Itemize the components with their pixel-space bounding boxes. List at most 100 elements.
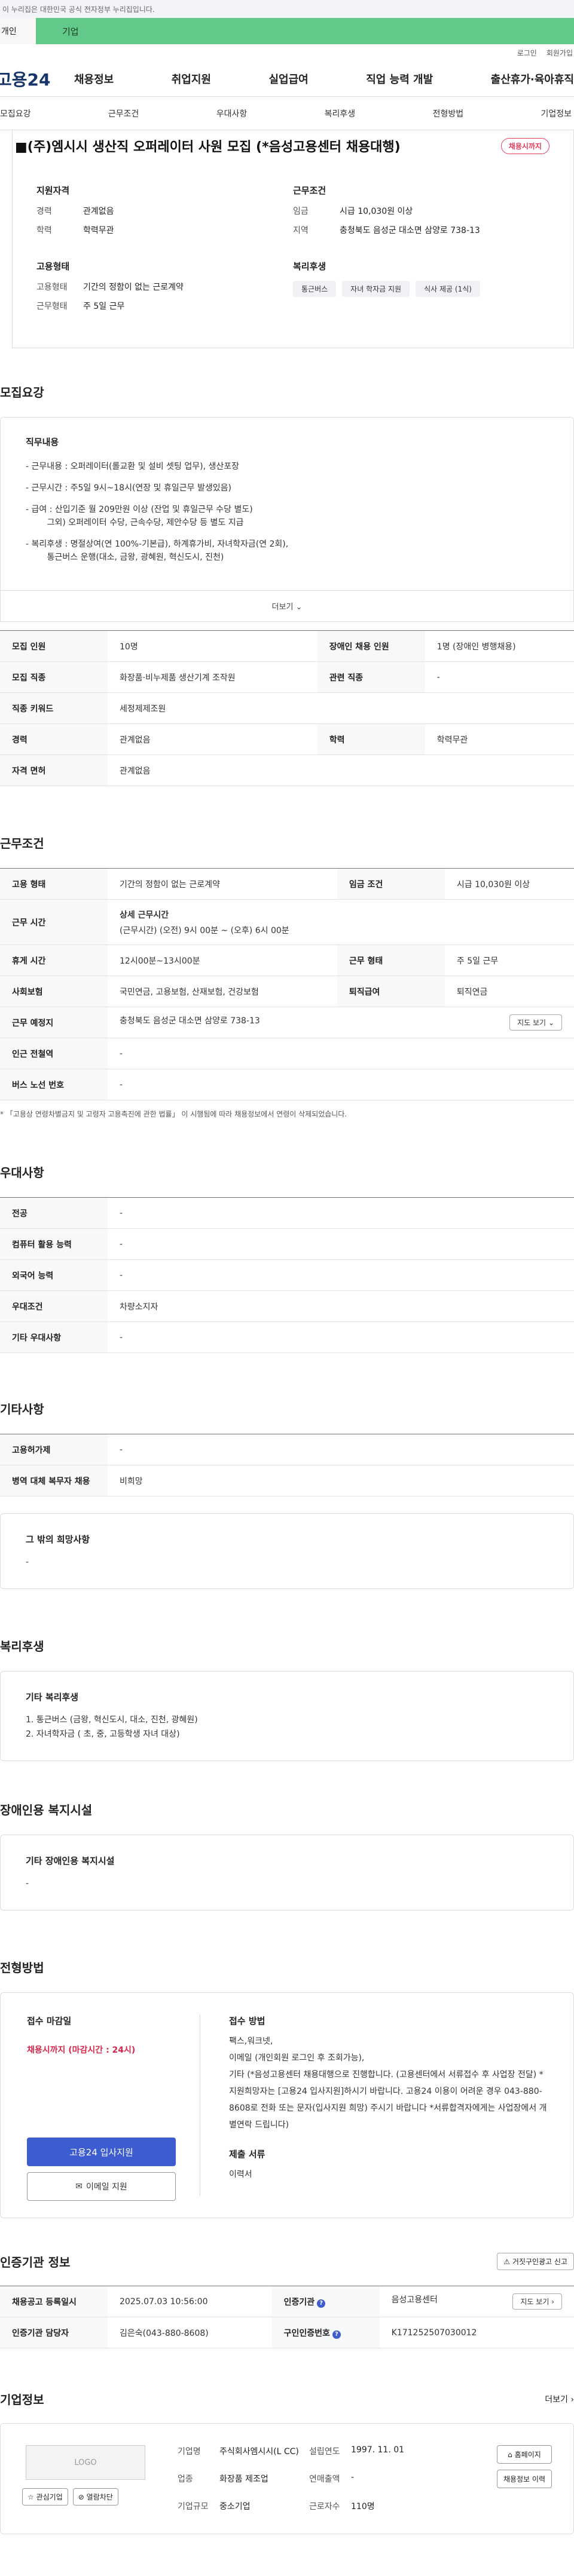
table-value: 기간의 정함이 없는 근로계약 (108, 868, 337, 900)
tab-biz[interactable]: 기업 (36, 18, 574, 44)
table-row: 근무 예정지 충청북도 음성군 대소면 삼양로 738-13 지도 보기 ⌄ (0, 1007, 574, 1038)
job-title-text: (주)엠시시 생산직 오퍼레이터 사원 모집 (*음성고용센터 채용대행) (27, 140, 401, 155)
subnav-company[interactable]: 기업정보 (541, 108, 572, 119)
summary-row: 경력 관계없음 (36, 205, 293, 217)
table-key: 자격 면허 (0, 755, 108, 786)
subnav-requirements[interactable]: 모집요강 (0, 108, 31, 119)
recruit-history-button[interactable]: 채용정보 이력 (496, 2470, 552, 2488)
subnav-welfare[interactable]: 복리후생 (325, 108, 356, 119)
disability-section-title: 장애인용 복지시설 (0, 1803, 93, 1817)
email-apply-label: 이메일 지원 (86, 2182, 127, 2192)
homepage-button[interactable]: ⌂ 홈페이지 (496, 2445, 552, 2464)
work-place-value: 충청북도 음성군 대소면 삼양로 738-13 (120, 1016, 260, 1026)
table-value: 화장품·비누제품 생산기계 조작원 (108, 661, 317, 693)
table-value: 10명 (108, 630, 317, 662)
gov-bar: 이 누리집은 대한민국 공식 전자정부 누리집입니다. (0, 0, 574, 18)
subnav-preferences[interactable]: 우대사항 (216, 108, 248, 119)
summary-value: 시급 10,030원 이상 (340, 207, 413, 216)
table-row: 고용 형태 기간의 정함이 없는 근로계약 임금 조건 시급 10,030원 이상 (0, 868, 574, 900)
docs-value: 이력서 (229, 2170, 252, 2179)
method-heading: 접수 방법 (229, 2016, 265, 2026)
company-field-value: 중소기업 (219, 2502, 251, 2511)
org-key-label: 인증기관 (283, 2297, 315, 2307)
gnb-item-training[interactable]: 직업 능력 개발 (366, 71, 433, 87)
join-link[interactable]: 회원가입 (546, 48, 573, 58)
table-value: - (108, 1259, 574, 1291)
welfare-line: 1. 통근버스 (금왕, 혁신도시, 대소, 진천, 광혜원) (26, 1715, 198, 1725)
table-row: 모집 직종 화장품·비누제품 생산기계 조작원 관련 직종 - (0, 661, 574, 693)
map-button[interactable]: 지도 보기 › (512, 2293, 562, 2310)
work-time-value: (근무시간) (오전) 9시 00분 ~ (오후) 6시 00분 (120, 925, 289, 936)
table-row: 기타 우대사항 - (0, 1321, 574, 1353)
qualification-heading: 지원자격 (36, 185, 70, 196)
company-logo-text: LOGO (74, 2458, 97, 2467)
apply-right: 접수 방법 팩스,워크넷, 이메일 (개인회원 로그인 후 조회가능), 기타 … (200, 2014, 547, 2196)
qualification-block: 지원자격 경력 관계없음 학력 학력무관 (36, 184, 293, 236)
table-key: 퇴직급여 (337, 976, 445, 1007)
etc-table: 고용허가제 - 병역 대체 복무자 채용 비희망 (0, 1434, 574, 1496)
block-view-button[interactable]: ⊘ 열람차단 (72, 2488, 118, 2506)
welfare-line: 2. 자녀학자금 ( 초, 중, 고등학생 자녀 대상) (26, 1729, 180, 1739)
company-field-key: 기업명 (178, 2447, 201, 2457)
summary-grid: 지원자격 경력 관계없음 학력 학력무관 고용형태 고용형태 기간의 정함이 없는 근… (36, 184, 549, 336)
more-button[interactable]: 더보기 ⌄ (0, 591, 574, 622)
table-value: 퇴직연금 (444, 976, 574, 1007)
table-key: 고용허가제 (0, 1434, 108, 1465)
login-link[interactable]: 로그인 (517, 48, 537, 58)
gnb-item-employment-support[interactable]: 취업지원 (172, 71, 211, 87)
table-value: 시급 10,030원 이상 (444, 868, 574, 900)
report-fake-ad-button[interactable]: ⚠ 거짓구인광고 신고 (497, 2253, 574, 2270)
company-more-link[interactable]: 더보기 › (545, 2393, 574, 2405)
map-button-label: 지도 보기 (520, 2298, 549, 2306)
table-value: 관계없음 (108, 723, 317, 755)
table-key: 채용공고 등록일시 (0, 2286, 108, 2317)
company-field-key: 연매출액 (309, 2474, 340, 2484)
table-value: 국민연금, 고용보험, 산재보험, 건강보험 (108, 976, 337, 1007)
table-value: 1명 (장애인 병행채용) (425, 630, 574, 662)
welfare-chips: 통근버스 자녀 학자금 지원 식사 제공 (1식) (293, 281, 549, 297)
table-row: 사회보험 국민연금, 고용보험, 산재보험, 건강보험 퇴직급여 퇴직연금 (0, 976, 574, 1007)
table-row: 고용허가제 - (0, 1434, 574, 1465)
gnb-item-jobs[interactable]: 채용정보 (74, 71, 114, 87)
more-label: 더보기 (271, 603, 294, 612)
apply-left: 접수 마감일 채용시까지 (마감시간 : 24시) 고용24 입사지원 ✉ 이메일… (27, 2014, 200, 2201)
company-logo: LOGO (26, 2445, 145, 2480)
summary-value: 충청북도 음성군 대소면 삼양로 738-13 (340, 226, 480, 235)
table-key: 임금 조건 (337, 868, 445, 900)
gnb-item-leave[interactable]: 출산휴가·육아휴직 (491, 71, 574, 87)
email-apply-button[interactable]: ✉ 이메일 지원 (27, 2172, 176, 2201)
company-field-key: 설립연도 (309, 2447, 340, 2457)
company-field-value: 110명 (351, 2502, 375, 2511)
deadline-value: 채용시까지 (마감시간 : 24시) (27, 2046, 136, 2055)
info-icon[interactable]: ? (317, 2299, 326, 2308)
table-key: 장애인 채용 인원 (317, 630, 425, 662)
summary-value: 기간의 정함이 없는 근로계약 (83, 283, 184, 292)
company-section-title: 기업정보 (0, 2393, 44, 2407)
employment-block: 고용형태 고용형태 기간의 정함이 없는 근로계약 근무형태 주 5일 근무 (36, 260, 293, 312)
table-value: 2025.07.03 10:56:00 (108, 2286, 272, 2317)
table-key: 학력 (317, 723, 425, 755)
other-wishes-heading: 그 밖의 희망사항 (26, 1534, 90, 1545)
gnb-item-unemployment[interactable]: 실업급여 (269, 71, 309, 87)
welfare-section-title: 복리후생 (0, 1639, 44, 1654)
site-logo[interactable]: 고용24 (0, 67, 62, 91)
table-key: 고용 형태 (0, 868, 108, 900)
table-value: 주 5일 근무 (444, 944, 574, 976)
disability-value: - (26, 1879, 29, 1888)
table-value: 충청북도 음성군 대소면 삼양로 738-13 지도 보기 ⌄ (108, 1007, 574, 1038)
other-wishes-box: 그 밖의 희망사항 - (0, 1513, 574, 1589)
table-row: 버스 노선 번호 - (0, 1069, 574, 1100)
deadline-heading: 접수 마감일 (27, 2016, 72, 2026)
table-value: - (108, 1197, 574, 1229)
info-icon[interactable]: ? (332, 2330, 341, 2339)
table-key: 근무 시간 (0, 899, 108, 945)
company-fields: 기업명 주식회사엠시시(L CC) 설립연도 1997. 11. 01 업종 화장품 … (166, 2445, 497, 2512)
table-key: 모집 직종 (0, 661, 108, 693)
subnav-conditions[interactable]: 근무조건 (108, 108, 139, 119)
map-button[interactable]: 지도 보기 ⌄ (509, 1014, 562, 1031)
tab-person[interactable]: 개인 (0, 18, 36, 44)
subnav-selection[interactable]: 전형방법 (433, 108, 464, 119)
apply-button[interactable]: 고용24 입사지원 (27, 2138, 176, 2166)
welfare-summary-block: 복리후생 통근버스 자녀 학자금 지원 식사 제공 (1식) (293, 260, 549, 297)
interest-company-button[interactable]: ☆ 관심기업 (22, 2488, 68, 2506)
